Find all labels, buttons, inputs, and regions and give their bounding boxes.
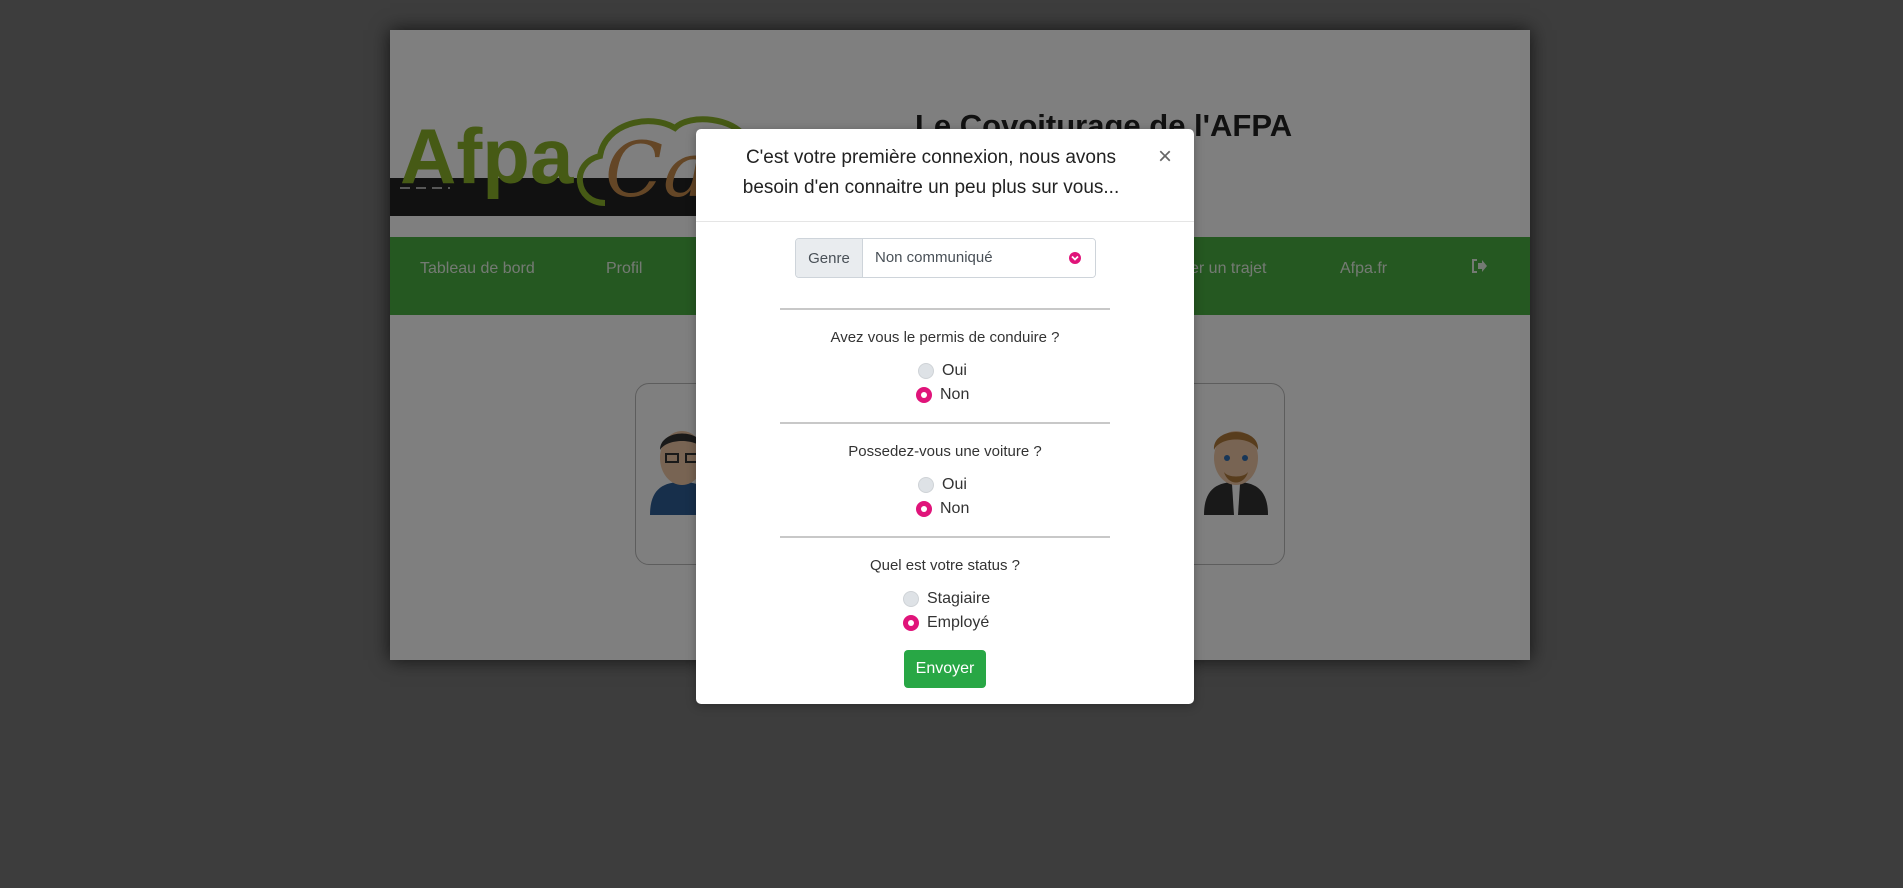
radio-button [918,363,934,379]
genre-input-group: Genre Non communiqué [795,238,1096,278]
radio-label: Stagiaire [927,590,991,607]
radio-label: Oui [942,362,967,379]
genre-selected-value: Non communiqué [875,249,993,266]
modal-title: C'est votre première connexion, nous avo… [742,147,1120,198]
submit-button[interactable]: Envoyer [904,650,986,688]
radio-label: Non [940,500,970,517]
radio-label: Non [940,386,970,403]
radio-permis-oui[interactable]: Oui [918,361,978,381]
divider [780,308,1110,310]
radio-status-stagiaire[interactable]: Stagiaire [903,589,993,609]
radio-button [903,591,919,607]
first-login-modal: C'est votre première connexion, nous avo… [696,129,1194,704]
divider [780,422,1110,424]
genre-select[interactable]: Non communiqué [863,239,1095,277]
radio-button [918,477,934,493]
radio-label: Employé [927,614,990,631]
close-icon[interactable]: × [1158,145,1172,169]
radio-button [916,501,932,517]
question-permis: Avez vous le permis de conduire ? [830,329,1060,346]
genre-label: Genre [796,239,863,277]
radio-permis-non[interactable]: Non [916,385,976,405]
chevron-down-icon [1069,252,1081,264]
radio-voiture-oui[interactable]: Oui [918,475,978,495]
radio-button [916,387,932,403]
radio-label: Oui [942,476,967,493]
question-status: Quel est votre status ? [869,557,1021,574]
question-voiture: Possedez-vous une voiture ? [848,443,1042,460]
radio-status-employe[interactable]: Employé [903,613,993,633]
radio-voiture-non[interactable]: Non [916,499,976,519]
radio-button [903,615,919,631]
divider [780,536,1110,538]
modal-header: C'est votre première connexion, nous avo… [696,129,1194,222]
